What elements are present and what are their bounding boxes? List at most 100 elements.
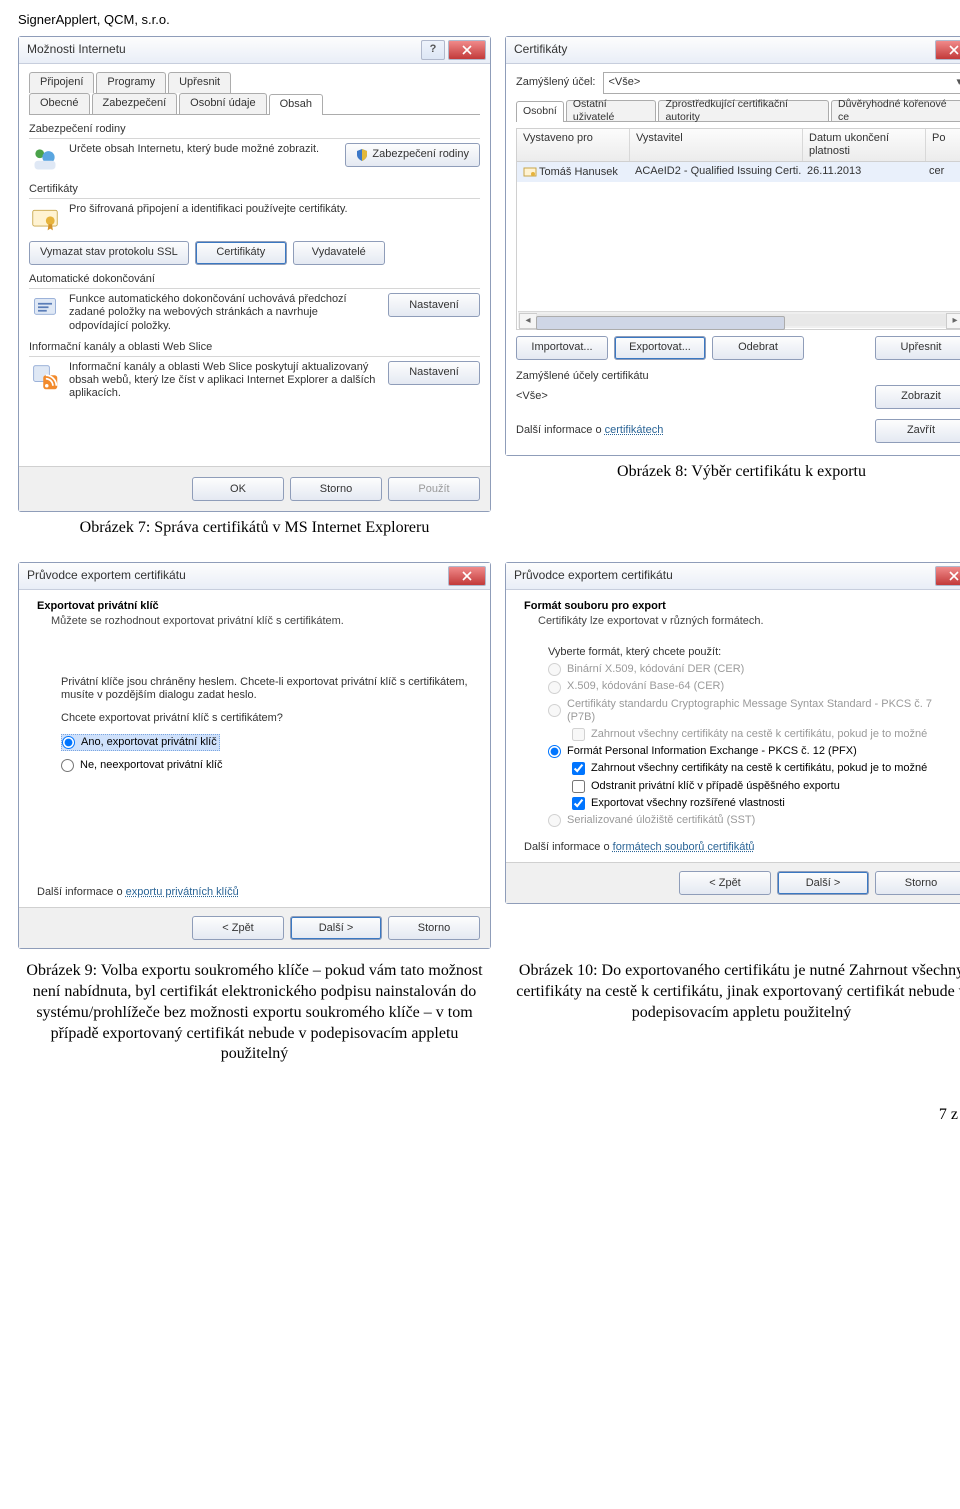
radio-input bbox=[548, 704, 561, 717]
check-export-ext[interactable]: Exportovat všechny rozšířené vlastnosti bbox=[572, 797, 959, 810]
rss-settings-button[interactable]: Nastavení bbox=[388, 361, 480, 385]
fmt-pick: Vyberte formát, který chcete použít: bbox=[548, 646, 959, 659]
export-button[interactable]: Exportovat... bbox=[614, 336, 706, 360]
auto-settings-button[interactable]: Nastavení bbox=[388, 293, 480, 317]
radio-export-yes[interactable]: Ano, exportovat privátní klíč bbox=[61, 734, 220, 751]
advanced-button[interactable]: Upřesnit bbox=[875, 336, 960, 360]
cert-table: Vystaveno pro Vystavitel Datum ukončení … bbox=[516, 128, 960, 330]
export-ext-label: Exportovat všechny rozšířené vlastnosti bbox=[591, 797, 785, 810]
close-button[interactable]: Zavřít bbox=[875, 419, 960, 443]
radio-der: Binární X.509, kódování DER (CER) bbox=[548, 663, 959, 676]
fmt-heading: Formát souboru pro export bbox=[524, 600, 959, 613]
radio-base64: X.509, kódování Base-64 (CER) bbox=[548, 680, 959, 693]
scroll-right-icon[interactable]: ▸ bbox=[946, 313, 960, 329]
ok-button[interactable]: OK bbox=[192, 477, 284, 501]
close-icon[interactable] bbox=[935, 40, 960, 60]
family-desc: Určete obsah Internetu, který bude možné… bbox=[69, 143, 337, 156]
cell-issued-to: Tomáš Hanusek bbox=[539, 166, 618, 178]
radio-input[interactable] bbox=[61, 759, 74, 772]
radio-sst: Serializované úložiště certifikátů (SST) bbox=[548, 814, 959, 827]
wizard-private-window: Průvodce exportem certifikátu Exportovat… bbox=[18, 562, 491, 950]
priv-question: Chcete exportovat privátní klíč s certif… bbox=[61, 712, 472, 725]
wizard-title-2: Průvodce exportem certifikátu bbox=[514, 568, 935, 582]
close-icon[interactable] bbox=[935, 566, 960, 586]
radio-der-label: Binární X.509, kódování DER (CER) bbox=[567, 663, 744, 676]
radio-no-label: Ne, neexportovat privátní klíč bbox=[80, 759, 222, 772]
cert-icon bbox=[29, 203, 61, 235]
radio-input[interactable] bbox=[548, 745, 561, 758]
wiz-cancel-button[interactable]: Storno bbox=[388, 916, 480, 940]
check-delete-priv[interactable]: Odstranit privátní klíč v případě úspěšn… bbox=[572, 780, 959, 793]
radio-pfx-label: Formát Personal Information Exchange - P… bbox=[567, 745, 857, 758]
radio-input[interactable] bbox=[62, 736, 75, 749]
caption-fig7: Obrázek 7: Správa certifikátů v MS Inter… bbox=[18, 518, 491, 537]
cancel-button[interactable]: Storno bbox=[290, 477, 382, 501]
purpose-select[interactable]: <Vše> bbox=[603, 72, 960, 94]
internet-options-window: Možnosti Internetu Připojení Programy Up… bbox=[18, 36, 491, 513]
radio-input bbox=[548, 663, 561, 676]
section-family: Zabezpečení rodiny bbox=[29, 123, 480, 139]
cert-titlebar: Certifikáty bbox=[506, 37, 960, 64]
tab-connections[interactable]: Připojení bbox=[29, 72, 94, 93]
autocomplete-icon bbox=[29, 293, 61, 325]
back-button[interactable]: < Zpět bbox=[679, 871, 771, 895]
publishers-button[interactable]: Vydavatelé bbox=[293, 241, 385, 265]
cert-row[interactable]: Tomáš Hanusek ACAeID2 - Qualified Issuin… bbox=[517, 162, 960, 182]
tab-security[interactable]: Zabezpečení bbox=[92, 93, 178, 114]
cert-tab-intermediate[interactable]: Zprostředkující certifikační autority bbox=[658, 100, 829, 121]
caption-fig10: Obrázek 10: Do exportovaného certifikátu… bbox=[505, 961, 960, 1023]
col-issuer[interactable]: Vystavitel bbox=[630, 129, 803, 161]
p7b-include-label: Zahrnout všechny certifikáty na cestě k … bbox=[591, 728, 927, 741]
view-button[interactable]: Zobrazit bbox=[875, 385, 960, 409]
tab-content[interactable]: Obsah bbox=[269, 94, 323, 115]
clear-ssl-button[interactable]: Vymazat stav protokolu SSL bbox=[29, 241, 189, 265]
certificates-button[interactable]: Certifikáty bbox=[195, 241, 287, 265]
purposes-label: Zamýšlené účely certifikátu bbox=[516, 370, 960, 383]
tab-privacy[interactable]: Osobní údaje bbox=[179, 93, 266, 114]
help-icon[interactable] bbox=[421, 40, 445, 60]
close-icon[interactable] bbox=[448, 566, 486, 586]
radio-sst-label: Serializované úložiště certifikátů (SST) bbox=[567, 814, 755, 827]
certificates-window: Certifikáty Zamýšlený účel: <Vše> Osobní… bbox=[505, 36, 960, 456]
doc-header: SignerApplert, QCM, s.r.o. bbox=[18, 12, 960, 28]
priv-more-link[interactable]: exportu privátních klíčů bbox=[126, 886, 239, 898]
more-info-link[interactable]: certifikátech bbox=[605, 424, 664, 436]
radio-pfx[interactable]: Formát Personal Information Exchange - P… bbox=[548, 745, 959, 758]
tab-advanced[interactable]: Upřesnit bbox=[168, 72, 231, 93]
close-icon[interactable] bbox=[448, 40, 486, 60]
remove-button[interactable]: Odebrat bbox=[712, 336, 804, 360]
back-button[interactable]: < Zpět bbox=[192, 916, 284, 940]
radio-p7b: Certifikáty standardu Cryptographic Mess… bbox=[548, 698, 959, 724]
tab-general[interactable]: Obecné bbox=[29, 93, 90, 114]
check-input[interactable] bbox=[572, 797, 585, 810]
section-rss: Informační kanály a oblasti Web Slice bbox=[29, 341, 480, 357]
cert-row-icon bbox=[523, 165, 537, 179]
scroll-left-icon[interactable]: ◂ bbox=[519, 313, 537, 329]
cert-tab-root[interactable]: Důvěryhodné kořenové ce bbox=[831, 100, 960, 121]
purpose-label: Zamýšlený účel: bbox=[516, 76, 595, 89]
tab-programs[interactable]: Programy bbox=[96, 72, 166, 93]
cert-window-title: Certifikáty bbox=[514, 42, 935, 56]
radio-b64-label: X.509, kódování Base-64 (CER) bbox=[567, 680, 724, 693]
check-p7b-include: Zahrnout všechny certifikáty na cestě k … bbox=[572, 728, 959, 741]
cert-tab-personal[interactable]: Osobní bbox=[516, 101, 564, 122]
col-extra[interactable]: Po bbox=[926, 129, 960, 161]
fmt-more-link[interactable]: formátech souborů certifikátů bbox=[613, 841, 755, 853]
next-button[interactable]: Další > bbox=[777, 871, 869, 895]
next-button[interactable]: Další > bbox=[290, 916, 382, 940]
rss-icon bbox=[29, 361, 61, 393]
import-button[interactable]: Importovat... bbox=[516, 336, 608, 360]
radio-export-no[interactable]: Ne, neexportovat privátní klíč bbox=[61, 759, 472, 772]
family-safety-button[interactable]: Zabezpečení rodiny bbox=[345, 143, 480, 167]
apply-button[interactable]: Použít bbox=[388, 477, 480, 501]
check-input[interactable] bbox=[572, 762, 585, 775]
hscrollbar[interactable]: ◂ ▸ bbox=[518, 311, 960, 328]
col-expiry[interactable]: Datum ukončení platnosti bbox=[803, 129, 926, 161]
fmt-more: Další informace o bbox=[524, 841, 613, 853]
check-input[interactable] bbox=[572, 780, 585, 793]
wiz-cancel-button[interactable]: Storno bbox=[875, 871, 960, 895]
col-issued-to[interactable]: Vystaveno pro bbox=[517, 129, 630, 161]
check-include-path[interactable]: Zahrnout všechny certifikáty na cestě k … bbox=[572, 762, 959, 775]
cert-tab-others[interactable]: Ostatní uživatelé bbox=[566, 100, 657, 121]
wizard-title-1: Průvodce exportem certifikátu bbox=[27, 568, 448, 582]
